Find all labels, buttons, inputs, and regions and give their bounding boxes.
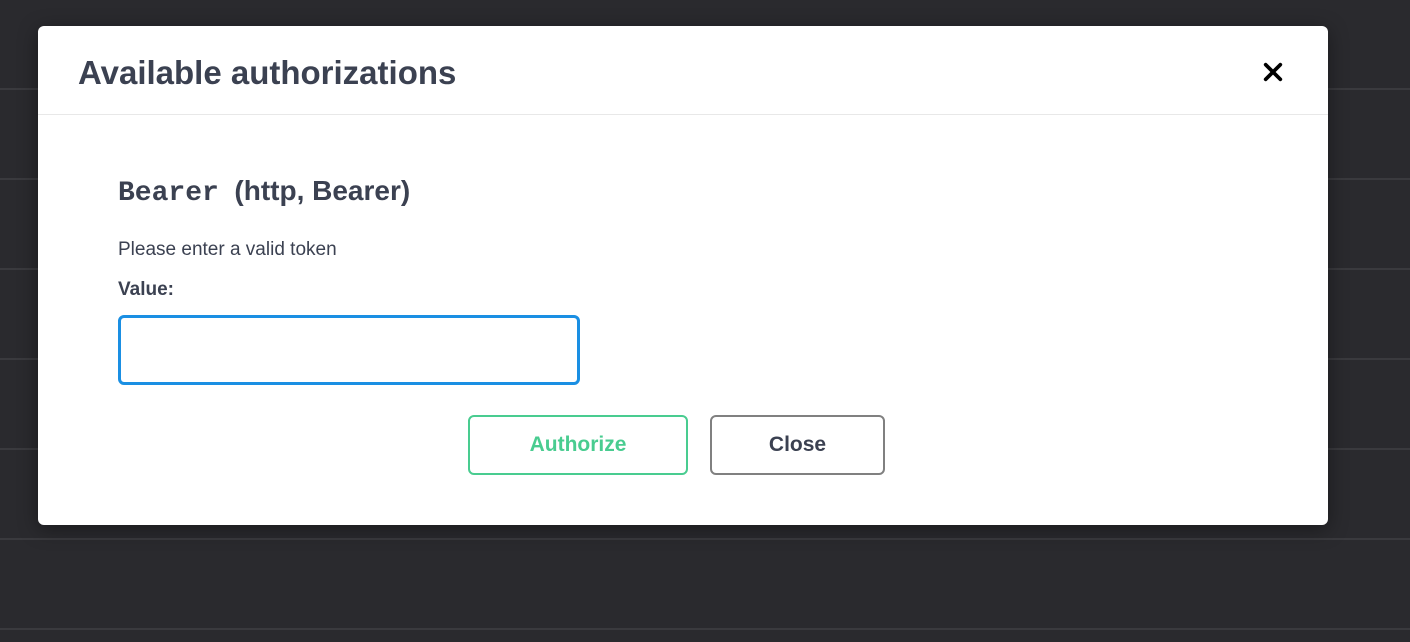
value-label: Value: bbox=[118, 279, 1248, 301]
token-input[interactable] bbox=[118, 315, 580, 385]
auth-scheme-name: Bearer bbox=[118, 178, 219, 209]
modal-body: Bearer (http, Bearer) Please enter a val… bbox=[38, 115, 1328, 475]
auth-scheme-details: (http, Bearer) bbox=[234, 175, 410, 206]
close-button[interactable]: Close bbox=[710, 415, 885, 475]
modal-header: Available authorizations bbox=[38, 26, 1328, 115]
authorize-button[interactable]: Authorize bbox=[468, 415, 688, 475]
auth-description: Please enter a valid token bbox=[118, 239, 1248, 261]
close-modal-button[interactable] bbox=[1258, 57, 1288, 90]
authorization-modal: Available authorizations Bearer (http, B… bbox=[38, 26, 1328, 525]
modal-title: Available authorizations bbox=[78, 54, 456, 92]
button-row: Authorize Close bbox=[468, 415, 1248, 475]
auth-scheme-heading: Bearer (http, Bearer) bbox=[118, 175, 1248, 209]
close-icon bbox=[1262, 61, 1284, 86]
